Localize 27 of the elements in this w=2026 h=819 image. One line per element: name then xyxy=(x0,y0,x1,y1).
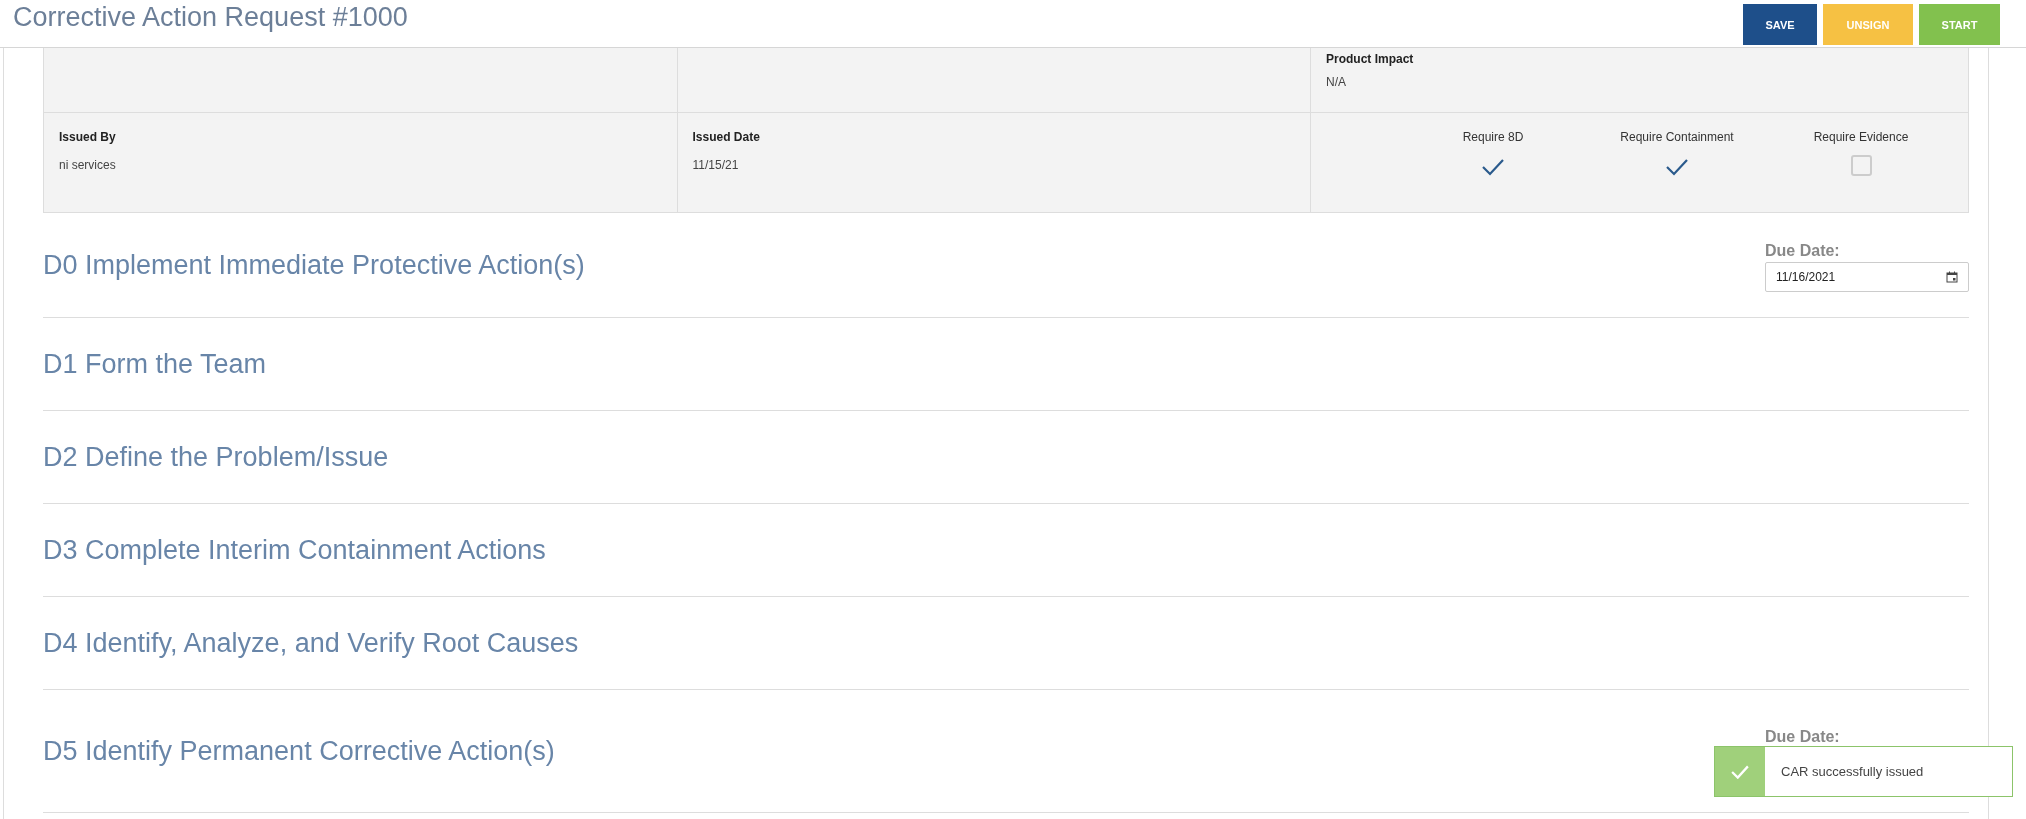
date-field[interactable]: 11/16/2021 xyxy=(1765,262,1969,292)
field-value: N/A xyxy=(1326,75,1347,89)
checkbox[interactable] xyxy=(1850,155,1872,176)
section-heading[interactable]: D5 Identify Permanent Corrective Action(s) xyxy=(43,735,555,767)
checkmark-icon[interactable] xyxy=(1481,158,1505,176)
page-title: Corrective Action Request #1000 xyxy=(12,1,408,33)
due-date-label: Due Date: xyxy=(1765,728,1841,746)
section-heading[interactable]: D2 Define the Problem/Issue xyxy=(43,441,389,473)
field-value: ni services xyxy=(59,158,117,172)
requirement-label: Require 8D xyxy=(1462,130,1524,144)
section-heading[interactable]: D0 Implement Immediate Protective Action(s) xyxy=(43,249,585,281)
toast-message: CAR successfully issued xyxy=(1780,763,1924,781)
field-label: Product Impact xyxy=(1326,52,1414,66)
due-date-label: Due Date: xyxy=(1765,242,1841,260)
action-button[interactable]: SAVE xyxy=(1743,4,1817,45)
field-label: Issued Date xyxy=(692,130,761,144)
calendar-icon[interactable] xyxy=(1946,271,1958,283)
requirement-label: Require Containment xyxy=(1620,130,1734,144)
section-heading[interactable]: D3 Complete Interim Containment Actions xyxy=(43,534,546,566)
checkmark-icon[interactable] xyxy=(1665,158,1689,176)
action-button[interactable]: START xyxy=(1919,4,2000,45)
check-icon xyxy=(1731,764,1749,779)
section-heading[interactable]: D4 Identify, Analyze, and Verify Root Causes xyxy=(43,627,579,659)
field-value: 11/15/21 xyxy=(692,158,740,172)
section-heading[interactable]: D1 Form the Team xyxy=(43,348,267,380)
requirement-label: Require Evidence xyxy=(1813,130,1909,144)
field-label: Issued By xyxy=(59,130,117,144)
